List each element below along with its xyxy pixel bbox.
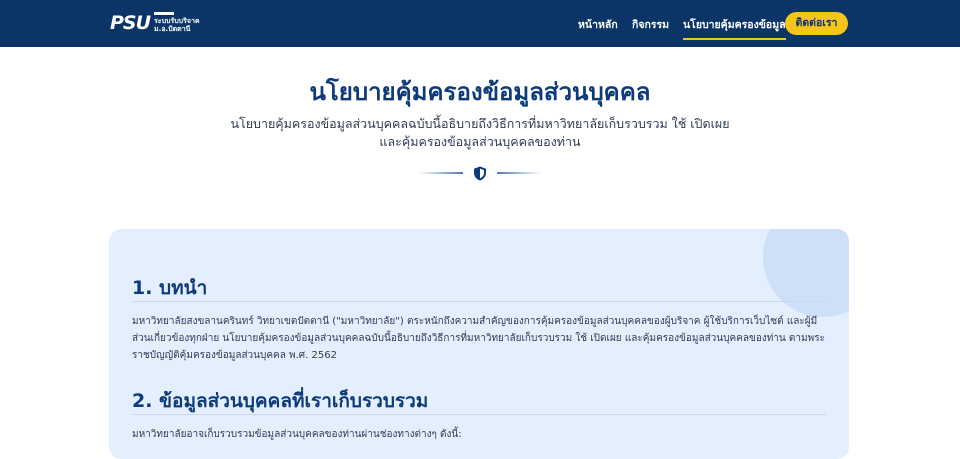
page-subtitle: นโยบายคุ้มครองข้อมูลส่วนบุคคลฉบับนี้อธิบ… <box>0 115 960 151</box>
section-1-body: มหาวิทยาลัยสงขลานครินทร์ วิทยาเขตปัตตานี… <box>132 316 825 361</box>
policy-content-card: 1. บทนำ มหาวิทยาลัยสงขลานครินทร์ วิทยาเข… <box>109 229 849 459</box>
shield-icon <box>473 166 487 185</box>
site-logo[interactable]: PSU ระบบรับบริจาค ม.อ.ปัตตานี <box>110 12 200 33</box>
nav-privacy-link[interactable]: นโยบายคุ้มครองข้อมูล <box>683 16 786 40</box>
logo-line2: ม.อ.ปัตตานี <box>154 25 191 33</box>
decorative-circle <box>763 229 849 317</box>
divider-line-left <box>418 172 463 174</box>
nav-activities-link[interactable]: กิจกรรม <box>632 16 669 33</box>
page-subtitle-line2: และคุ้มครองข้อมูลส่วนบุคคลของท่าน <box>379 134 581 149</box>
logo-bar <box>154 12 175 15</box>
section-2-title: 2. ข้อมูลส่วนบุคคลที่เราเก็บรวบรวม <box>132 390 429 412</box>
section-1-title: 1. บทนำ <box>132 277 208 299</box>
contact-button[interactable]: ติดต่อเรา <box>785 12 848 35</box>
section-2-body: มหาวิทยาลัยอาจเก็บรวบรวมข้อมูลส่วนบุคคลข… <box>132 429 462 440</box>
section-1-divider <box>132 301 826 302</box>
logo-line1: ระบบรับบริจาค <box>154 17 200 25</box>
nav-home-link[interactable]: หน้าหลัก <box>578 16 618 33</box>
divider-line-right <box>497 172 542 174</box>
logo-mark: PSU <box>110 11 151 34</box>
top-navbar: PSU ระบบรับบริจาค ม.อ.ปัตตานี หน้าหลัก ก… <box>0 0 960 47</box>
page-subtitle-line1: นโยบายคุ้มครองข้อมูลส่วนบุคคลฉบับนี้อธิบ… <box>230 116 730 131</box>
section-2-divider <box>132 414 826 415</box>
title-divider <box>418 165 542 181</box>
page-title: นโยบายคุ้มครองข้อมูลส่วนบุคคล <box>309 78 651 106</box>
logo-text: ระบบรับบริจาค ม.อ.ปัตตานี <box>154 12 200 33</box>
